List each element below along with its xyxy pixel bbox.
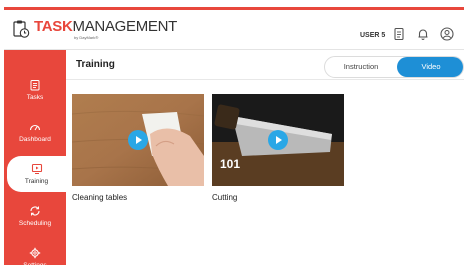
video-card-cleaning-tables[interactable]: Cleaning tables <box>72 94 204 202</box>
sidebar: Tasks Dashboard Training Scheduling Sett… <box>4 50 66 269</box>
title-row: Training Instruction Video <box>66 50 464 80</box>
sidebar-item-settings[interactable]: Settings <box>4 240 66 276</box>
video-title: Cleaning tables <box>72 193 128 202</box>
gear-icon <box>29 247 41 259</box>
video-thumbnail[interactable] <box>72 94 204 186</box>
video-thumbnail[interactable]: 101 <box>212 94 344 186</box>
sidebar-item-label: Tasks <box>26 94 44 101</box>
app-logo[interactable]: TASKMANAGEMENT by DayMark® <box>12 19 177 40</box>
user-label[interactable]: USER 5 <box>360 32 385 39</box>
sidebar-item-training[interactable]: Training <box>7 156 66 192</box>
logo-task-text: TASK <box>34 18 73 35</box>
video-tab[interactable]: Video <box>397 57 463 77</box>
bell-icon[interactable] <box>416 27 430 41</box>
sidebar-item-label: Dashboard <box>19 136 51 143</box>
play-icon[interactable] <box>268 130 288 150</box>
sidebar-item-label: Settings <box>23 262 47 269</box>
logo-management-text: MANAGEMENT <box>72 18 178 35</box>
speedometer-icon <box>29 124 41 131</box>
play-icon[interactable] <box>128 130 148 150</box>
sidebar-item-tasks[interactable]: Tasks <box>4 72 66 108</box>
page-title: Training <box>76 59 115 70</box>
main-content: Training Instruction Video Cleaning tabl… <box>66 50 464 265</box>
user-circle-icon[interactable] <box>440 27 454 41</box>
sidebar-item-dashboard[interactable]: Dashboard <box>4 114 66 150</box>
app-header: TASKMANAGEMENT by DayMark® USER 5 <box>4 10 464 50</box>
video-card-cutting[interactable]: 101 Cutting <box>212 94 344 202</box>
logo-subtitle: by DayMark® <box>74 35 99 40</box>
instruction-tab[interactable]: Instruction <box>325 57 397 77</box>
sidebar-item-scheduling[interactable]: Scheduling <box>4 198 66 234</box>
sidebar-item-label: Scheduling <box>18 220 52 227</box>
sidebar-item-label: Training <box>24 178 49 185</box>
training-screen-icon <box>31 163 42 174</box>
view-toggle: Instruction Video <box>324 56 464 78</box>
clipboard-clock-icon <box>13 20 30 38</box>
clipboard-icon <box>30 80 40 91</box>
report-icon[interactable] <box>392 27 406 41</box>
refresh-icon <box>30 206 40 216</box>
thumb-101-text: 101 <box>220 157 240 171</box>
video-title: Cutting <box>212 193 238 202</box>
